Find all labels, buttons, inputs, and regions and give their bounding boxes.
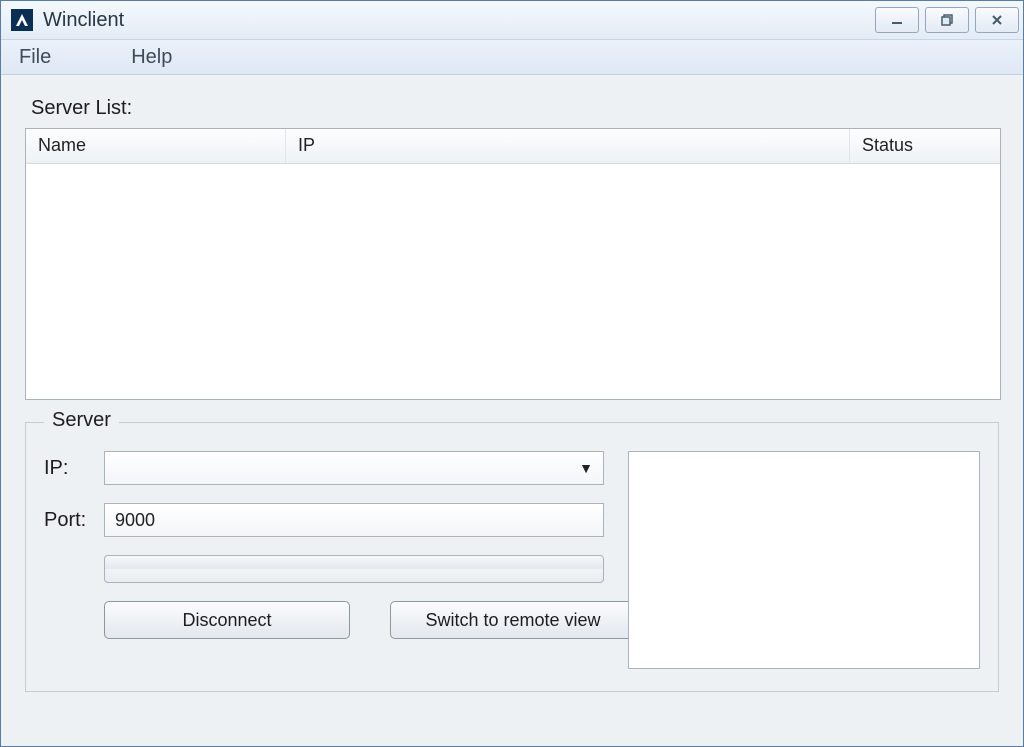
menu-help[interactable]: Help — [121, 42, 182, 73]
server-list-label: Server List: — [31, 97, 999, 120]
server-group-legend: Server — [44, 409, 119, 432]
window-buttons — [875, 7, 1019, 33]
column-header-status[interactable]: Status — [850, 129, 1000, 163]
port-input[interactable] — [113, 509, 595, 532]
window-title: Winclient — [43, 9, 875, 32]
titlebar: Winclient — [1, 1, 1023, 40]
server-list-header: Name IP Status — [26, 129, 1000, 164]
server-form: IP: ▼ Port: Disconnect Switch to remote — [44, 451, 604, 669]
server-group: Server IP: ▼ Port: Dis — [25, 422, 999, 692]
port-label: Port: — [44, 509, 104, 532]
port-input-wrap — [104, 503, 604, 537]
restore-icon — [940, 13, 954, 27]
minimize-icon — [890, 13, 904, 27]
port-row: Port: — [44, 503, 604, 537]
close-button[interactable] — [975, 7, 1019, 33]
close-icon — [990, 13, 1004, 27]
disconnect-button[interactable]: Disconnect — [104, 601, 350, 639]
log-panel[interactable] — [628, 451, 980, 669]
chevron-down-icon: ▼ — [579, 460, 593, 476]
ip-row: IP: ▼ — [44, 451, 604, 485]
app-icon — [11, 9, 33, 31]
server-list-body[interactable] — [26, 164, 1000, 399]
minimize-button[interactable] — [875, 7, 919, 33]
ip-label: IP: — [44, 457, 104, 480]
button-row: Disconnect Switch to remote view — [104, 601, 604, 639]
progress-bar — [104, 555, 604, 583]
menu-file[interactable]: File — [9, 42, 61, 73]
app-logo-icon — [14, 12, 30, 28]
switch-remote-view-button[interactable]: Switch to remote view — [390, 601, 636, 639]
ip-combobox[interactable]: ▼ — [104, 451, 604, 485]
restore-button[interactable] — [925, 7, 969, 33]
app-window: Winclient File Help — [0, 0, 1024, 747]
menubar: File Help — [1, 40, 1023, 75]
column-header-name[interactable]: Name — [26, 129, 286, 163]
server-list[interactable]: Name IP Status — [25, 128, 1001, 400]
client-area: Server List: Name IP Status Server IP: ▼ — [1, 75, 1023, 746]
column-header-ip[interactable]: IP — [286, 129, 850, 163]
